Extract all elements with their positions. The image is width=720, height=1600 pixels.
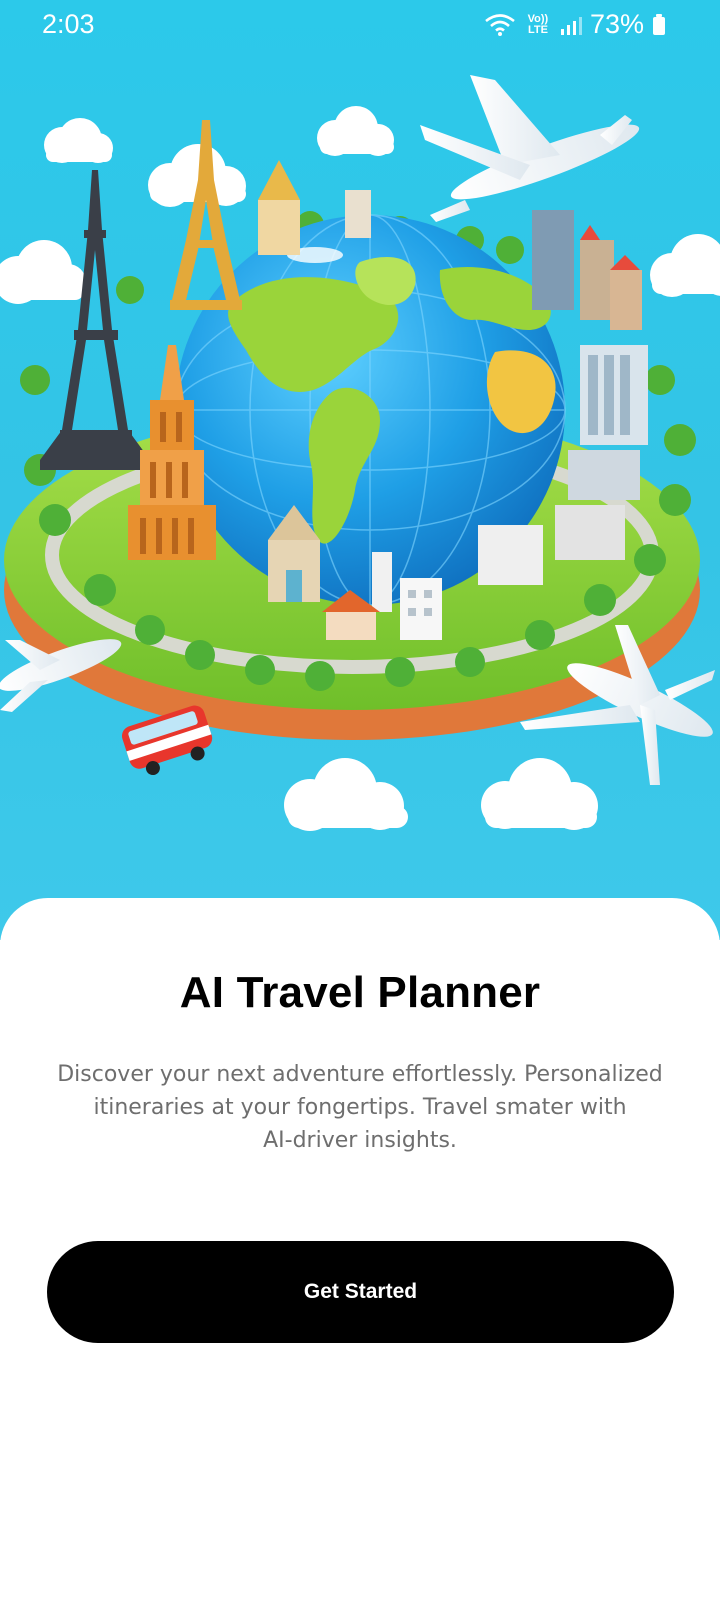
description-line: Discover your next adventure effortlessl… (57, 1062, 663, 1087)
hero-illustration (0, 0, 720, 940)
cloud-icon (284, 758, 408, 831)
golden-tower-icon (170, 120, 242, 310)
volte-lte-indicator: Vo)) LTE (527, 12, 549, 36)
app-description: Discover your next adventure effortlessl… (40, 1058, 680, 1157)
cloud-icon (481, 758, 598, 830)
description-line: AI-driver insights. (263, 1128, 457, 1153)
cloud-icon (650, 234, 720, 297)
battery-icon (653, 13, 665, 35)
signal-icon (560, 16, 582, 35)
app-title: AI Travel Planner (179, 968, 541, 1017)
wifi-icon (485, 13, 515, 36)
cloud-icon (317, 106, 394, 156)
bus-icon (121, 705, 213, 776)
get-started-label: Get Started (303, 1280, 418, 1303)
cloud-icon (44, 118, 113, 163)
status-time: 2:03 (42, 9, 95, 39)
battery-percent: 73% (589, 9, 644, 39)
status-icons: Vo)) LTE 73% (484, 9, 666, 40)
eiffel-tower-icon (40, 170, 150, 470)
globe-illustration (0, 75, 720, 831)
onboarding-sheet: AI Travel Planner Discover your next adv… (0, 898, 720, 1600)
get-started-button[interactable]: Get Started (47, 1241, 674, 1343)
status-bar: 2:03 Vo)) LTE 73% (0, 0, 720, 54)
cloud-icon (0, 240, 86, 304)
description-line: itineraries at your fongertips. Travel s… (93, 1095, 627, 1120)
airplane-icon (420, 75, 640, 222)
